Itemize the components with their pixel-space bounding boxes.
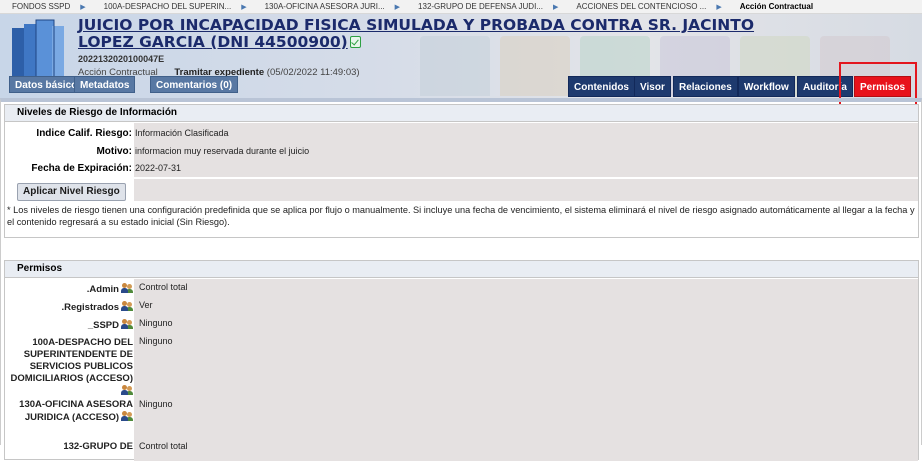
tab-workflow[interactable]: Workflow <box>738 76 795 97</box>
group-icon <box>121 319 133 329</box>
breadcrumb-separator-icon: ▶ <box>552 3 559 11</box>
breadcrumb-item[interactable]: 132-GRUPO DE DEFENSA JUDI... <box>406 2 547 11</box>
risk-index-row: Indice Calif. Riesgo: Información Clasif… <box>5 128 229 139</box>
risk-expiry-label: Fecha de Expiración: <box>31 163 132 174</box>
permission-label-despacho: 100A-DESPACHO DEL SUPERINTENDENTE DE SER… <box>5 337 135 398</box>
tab-contenidos[interactable]: Contenidos <box>568 76 635 97</box>
main-content: Niveles de Riesgo de Información Indice … <box>0 98 922 461</box>
group-icon <box>121 301 133 311</box>
folder-icon <box>12 19 64 81</box>
tab-visor[interactable]: Visor <box>634 76 671 97</box>
permission-label-admin: .Admin <box>5 283 135 296</box>
breadcrumb: FONDOS SSPD ▶ 100A-DESPACHO DEL SUPERIN.… <box>0 0 922 14</box>
breadcrumb-item[interactable]: ACCIONES DEL CONTENCIOSO ... <box>564 2 710 11</box>
permission-label-sspd: _SSPD <box>5 319 135 332</box>
permissions-values-background <box>134 279 918 461</box>
risk-button-background <box>134 179 918 201</box>
document-code: 2022132020100047E <box>78 54 165 64</box>
permission-value-grupo-defensa: Control total <box>139 441 188 451</box>
permission-label-grupo-defensa: 132-GRUPO DE <box>63 441 133 452</box>
risk-index-value: Información Clasificada <box>135 128 229 138</box>
document-title[interactable]: JUICIO POR INCAPACIDAD FISICA SIMULADA Y… <box>78 17 768 51</box>
breadcrumb-current: Acción Contractual <box>739 2 814 11</box>
breadcrumb-item[interactable]: 100A-DESPACHO DEL SUPERIN... <box>92 2 236 11</box>
risk-reason-row: Motivo: informacion muy reservada durant… <box>5 146 309 157</box>
permission-value-registrados: Ver <box>139 300 153 310</box>
group-icon <box>121 385 133 395</box>
permission-value-sspd: Ninguno <box>139 318 173 328</box>
group-icon <box>121 411 133 421</box>
permission-value-despacho: Ninguno <box>139 336 173 346</box>
permission-label-registrados: .Registrados <box>5 301 135 314</box>
risk-reason-label: Motivo: <box>96 146 132 157</box>
tab-metadatos[interactable]: Metadatos <box>74 76 136 93</box>
breadcrumb-separator-icon: ▶ <box>716 3 722 11</box>
breadcrumb-item[interactable]: 130A-OFICINA ASESORA JURI... <box>253 2 389 11</box>
breadcrumb-item[interactable]: FONDOS SSPD <box>0 2 74 11</box>
tab-comentarios[interactable]: Comentarios (0) <box>150 76 239 93</box>
risk-section: Niveles de Riesgo de Información Indice … <box>4 104 919 238</box>
check-badge-icon <box>349 36 361 48</box>
permission-value-oficina-juridica: Ninguno <box>139 399 173 409</box>
permission-value-admin: Control total <box>139 282 188 292</box>
risk-expiry-value: 2022-07-31 <box>135 163 182 173</box>
risk-section-heading: Niveles de Riesgo de Información <box>5 105 918 122</box>
document-state-date: (05/02/2022 11:49:03) <box>266 67 360 78</box>
permissions-section-heading: Permisos <box>5 261 918 278</box>
apply-risk-level-button[interactable]: Aplicar Nivel Riesgo <box>17 183 126 201</box>
breadcrumb-separator-icon: ▶ <box>241 3 247 11</box>
risk-note: * Los niveles de riesgo tienen una confi… <box>7 205 915 227</box>
breadcrumb-separator-icon: ▶ <box>80 3 86 11</box>
tab-relaciones[interactable]: Relaciones <box>673 76 738 97</box>
risk-reason-value: informacion muy reservada durante el jui… <box>135 146 310 156</box>
group-icon <box>121 283 133 293</box>
permission-label-oficina-juridica: 130A-OFICINA ASESORA JURIDICA (ACCESO) <box>19 399 133 423</box>
risk-expiry-row: Fecha de Expiración: 2022-07-31 <box>5 163 181 174</box>
breadcrumb-separator-icon: ▶ <box>394 3 401 11</box>
risk-index-label: Indice Calif. Riesgo: <box>36 128 132 139</box>
permissions-section: Permisos .Admin Control total .Registrad… <box>4 260 919 461</box>
